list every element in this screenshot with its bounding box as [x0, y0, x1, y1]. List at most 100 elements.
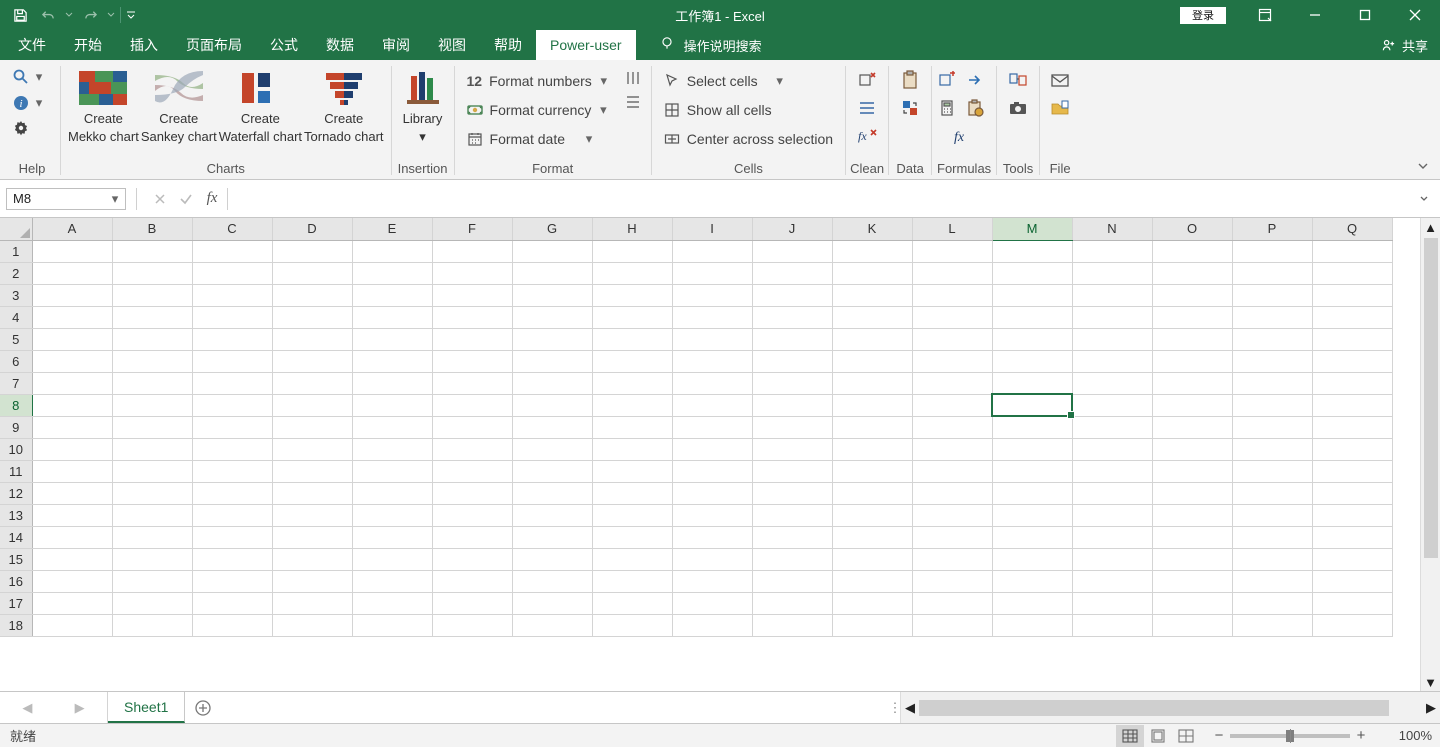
cell[interactable]	[1312, 614, 1392, 636]
zoom-out-button[interactable]: −	[1208, 725, 1230, 747]
cell[interactable]	[1312, 592, 1392, 614]
cell[interactable]	[672, 570, 752, 592]
cell[interactable]	[672, 372, 752, 394]
cell[interactable]	[272, 284, 352, 306]
tools-camera-button[interactable]	[1000, 94, 1036, 122]
cell[interactable]	[32, 394, 112, 416]
cell[interactable]	[1232, 262, 1312, 284]
cell[interactable]	[512, 372, 592, 394]
cell[interactable]	[112, 372, 192, 394]
cell[interactable]	[832, 284, 912, 306]
cell[interactable]	[1072, 262, 1152, 284]
spreadsheet-grid[interactable]: ABCDEFGHIJKLMNOPQ12345678910111213141516…	[0, 218, 1440, 691]
cell[interactable]	[592, 262, 672, 284]
cell[interactable]	[1312, 570, 1392, 592]
cell[interactable]	[672, 394, 752, 416]
cell[interactable]	[32, 460, 112, 482]
cell[interactable]	[32, 328, 112, 350]
cell[interactable]	[1312, 328, 1392, 350]
cell[interactable]	[1152, 328, 1232, 350]
cell[interactable]	[192, 592, 272, 614]
cell[interactable]	[1072, 570, 1152, 592]
cell[interactable]	[1152, 482, 1232, 504]
cell[interactable]	[1072, 548, 1152, 570]
qat-undo-dropdown[interactable]	[62, 1, 76, 29]
cell[interactable]	[1072, 526, 1152, 548]
cell[interactable]	[1312, 372, 1392, 394]
sheet-prev-button[interactable]: ◀	[22, 700, 32, 716]
cell[interactable]	[512, 614, 592, 636]
cell[interactable]	[832, 262, 912, 284]
row-header[interactable]: 18	[0, 614, 32, 636]
cell[interactable]	[832, 394, 912, 416]
create-mekko-chart-button[interactable]: Create Mekko chart	[67, 64, 140, 148]
cell[interactable]	[992, 548, 1072, 570]
cell[interactable]	[1232, 240, 1312, 262]
row-header[interactable]: 3	[0, 284, 32, 306]
cell[interactable]	[832, 504, 912, 526]
cell[interactable]	[1232, 504, 1312, 526]
minimize-button[interactable]	[1290, 0, 1340, 30]
cell[interactable]	[352, 504, 432, 526]
maximize-button[interactable]	[1340, 0, 1390, 30]
cell[interactable]	[1072, 614, 1152, 636]
cell[interactable]	[352, 394, 432, 416]
cell[interactable]	[992, 504, 1072, 526]
cell[interactable]	[1232, 394, 1312, 416]
cell[interactable]	[1312, 306, 1392, 328]
cell[interactable]	[432, 284, 512, 306]
cell[interactable]	[1072, 372, 1152, 394]
cell[interactable]	[1232, 284, 1312, 306]
cell[interactable]	[912, 548, 992, 570]
cell[interactable]	[272, 306, 352, 328]
cell[interactable]	[32, 306, 112, 328]
cell[interactable]	[192, 284, 272, 306]
cell[interactable]	[272, 416, 352, 438]
cell[interactable]	[832, 438, 912, 460]
tab-data[interactable]: 数据	[312, 30, 368, 60]
cell[interactable]	[112, 350, 192, 372]
cell[interactable]	[432, 328, 512, 350]
column-header[interactable]: D	[272, 218, 352, 240]
cell[interactable]	[112, 460, 192, 482]
cell[interactable]	[592, 482, 672, 504]
cell[interactable]	[1072, 350, 1152, 372]
formula-input[interactable]	[232, 188, 1414, 210]
cell[interactable]	[192, 482, 272, 504]
cell[interactable]	[1232, 350, 1312, 372]
cell[interactable]	[592, 306, 672, 328]
cell[interactable]	[112, 526, 192, 548]
cell[interactable]	[592, 240, 672, 262]
cell[interactable]	[432, 372, 512, 394]
cell[interactable]	[672, 548, 752, 570]
column-header[interactable]: J	[752, 218, 832, 240]
cell[interactable]	[832, 350, 912, 372]
cancel-formula-button[interactable]	[147, 188, 173, 210]
align-rows-button[interactable]	[621, 90, 645, 114]
cell[interactable]	[512, 394, 592, 416]
format-date-button[interactable]: Format date ▾	[461, 124, 615, 153]
cell[interactable]	[832, 240, 912, 262]
cell[interactable]	[432, 394, 512, 416]
cell[interactable]	[752, 328, 832, 350]
cell[interactable]	[1312, 548, 1392, 570]
cell[interactable]	[832, 328, 912, 350]
data-swap-button[interactable]	[892, 94, 928, 122]
cell[interactable]	[432, 570, 512, 592]
cell[interactable]	[192, 262, 272, 284]
cell[interactable]	[1072, 284, 1152, 306]
formulas-apply-button[interactable]	[938, 71, 956, 89]
cell[interactable]	[1152, 394, 1232, 416]
cell[interactable]	[512, 262, 592, 284]
cell[interactable]	[352, 306, 432, 328]
row-header[interactable]: 12	[0, 482, 32, 504]
cell[interactable]	[1232, 438, 1312, 460]
share-button[interactable]: 共享	[1381, 30, 1428, 60]
cell[interactable]	[352, 460, 432, 482]
cell[interactable]	[192, 460, 272, 482]
cell[interactable]	[1232, 570, 1312, 592]
cell[interactable]	[912, 592, 992, 614]
cell[interactable]	[32, 284, 112, 306]
create-sankey-chart-button[interactable]: Create Sankey chart	[140, 64, 218, 148]
create-waterfall-chart-button[interactable]: Create Waterfall chart	[218, 64, 303, 148]
